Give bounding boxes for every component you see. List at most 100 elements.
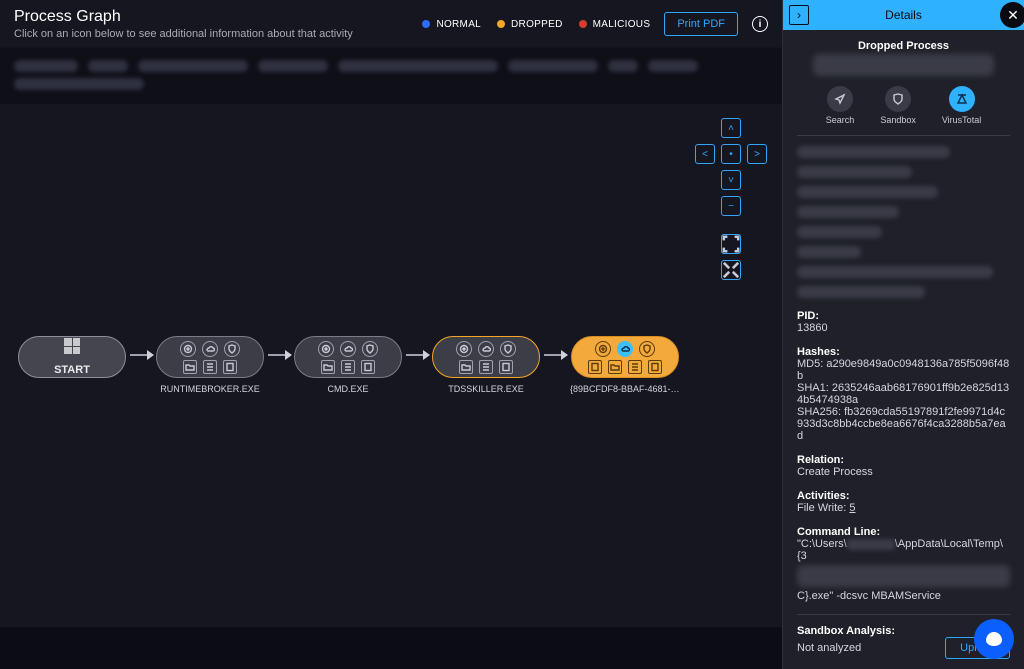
- details-body: Dropped Process Search Sandbox VirusTota…: [783, 30, 1024, 669]
- legend-dropped-label: DROPPED: [511, 19, 563, 30]
- sandbox-action-label: Sandbox: [880, 115, 916, 125]
- node-label: CMD.EXE: [327, 384, 368, 394]
- eye-icon[interactable]: [595, 341, 611, 357]
- details-section-title: Dropped Process: [797, 40, 1010, 52]
- node-label: TDSSKILLER.EXE: [448, 384, 524, 394]
- cmdline-value: "C:\Users\\AppData\Local\Temp\{3 C}.exe"…: [797, 538, 1010, 602]
- sandbox-analysis-value: Not analyzed: [797, 642, 861, 654]
- redacted-process-name: [813, 54, 994, 76]
- process-node-col: CMD.EXE: [294, 336, 402, 394]
- cloud-icon[interactable]: [478, 341, 494, 357]
- activities-text: File Write:: [797, 502, 846, 514]
- list-icon[interactable]: [203, 360, 217, 374]
- process-flow: START: [18, 336, 680, 394]
- shield-icon[interactable]: [362, 341, 378, 357]
- folder-icon[interactable]: [459, 360, 473, 374]
- connector-icon: [268, 354, 290, 356]
- chat-bubble-button[interactable]: [974, 619, 1014, 659]
- eye-icon[interactable]: [180, 341, 196, 357]
- doc-icon[interactable]: [588, 360, 602, 374]
- redacted-fields: [797, 146, 1010, 298]
- process-node-dropped[interactable]: [571, 336, 679, 378]
- cloud-icon[interactable]: [202, 341, 218, 357]
- action-row: Search Sandbox VirusTotal: [797, 86, 1010, 125]
- header-left: Process Graph Click on an icon below to …: [14, 8, 353, 40]
- process-node-tdsskiller[interactable]: [432, 336, 540, 378]
- info-icon[interactable]: i: [752, 16, 768, 32]
- cmdline-label: Command Line:: [797, 526, 1010, 538]
- search-action-button[interactable]: [827, 86, 853, 112]
- page-title: Process Graph: [14, 8, 353, 26]
- main-area: Process Graph Click on an icon below to …: [0, 0, 782, 669]
- graph-canvas[interactable]: ˄ ˂ • ˃ ˅ − START: [0, 104, 782, 669]
- doc2-icon[interactable]: [648, 360, 662, 374]
- connector-icon: [130, 354, 152, 356]
- process-node-col: RUNTIMEBROKER.EXE: [156, 336, 264, 394]
- folder-icon[interactable]: [608, 360, 622, 374]
- legend-malicious-label: MALICIOUS: [593, 19, 651, 30]
- cloud-icon[interactable]: [617, 341, 633, 357]
- legend-dropped: DROPPED: [497, 19, 563, 30]
- start-node[interactable]: START: [18, 336, 126, 378]
- connector-icon: [406, 354, 428, 356]
- virustotal-action-button[interactable]: [949, 86, 975, 112]
- process-node-cmd[interactable]: [294, 336, 402, 378]
- list-icon[interactable]: [479, 360, 493, 374]
- print-pdf-button[interactable]: Print PDF: [664, 12, 738, 36]
- start-label: START: [54, 364, 90, 376]
- process-node-col: {89BCFDF8-BBAF-4681-9E…: [570, 336, 680, 394]
- shield-icon[interactable]: [639, 341, 655, 357]
- sha1-value: SHA1: 2635246aab68176901ff9b2e825d134b54…: [797, 382, 1010, 406]
- doc-icon[interactable]: [499, 360, 513, 374]
- relation-label: Relation:: [797, 454, 1010, 466]
- relation-value: Create Process: [797, 466, 1010, 478]
- connector-icon: [544, 354, 566, 356]
- doc-icon[interactable]: [361, 360, 375, 374]
- shield-icon[interactable]: [224, 341, 240, 357]
- zoom-out-button[interactable]: −: [721, 196, 741, 216]
- folder-icon[interactable]: [321, 360, 335, 374]
- eye-icon[interactable]: [456, 341, 472, 357]
- list-icon[interactable]: [628, 360, 642, 374]
- details-header: › Details ✕: [783, 0, 1024, 30]
- dot-dropped-icon: [497, 20, 505, 28]
- pan-left-button[interactable]: ˂: [695, 144, 715, 164]
- windows-icon: [64, 338, 80, 354]
- hashes-label: Hashes:: [797, 346, 1010, 358]
- fullscreen-button[interactable]: [721, 260, 741, 280]
- pan-right-button[interactable]: ˃: [747, 144, 767, 164]
- pid-label: PID:: [797, 310, 1010, 322]
- file-write-count-link[interactable]: 5: [849, 502, 855, 514]
- sha256-value: SHA256: fb3269cda55197891f2fe9971d4c933d…: [797, 406, 1010, 442]
- header-right: NORMAL DROPPED MALICIOUS Print PDF i: [422, 12, 768, 36]
- pan-down-button[interactable]: ˅: [721, 170, 741, 190]
- doc-icon[interactable]: [223, 360, 237, 374]
- process-node-runtimebroker[interactable]: [156, 336, 264, 378]
- pan-up-button[interactable]: ˄: [721, 118, 741, 138]
- dot-normal-icon: [422, 20, 430, 28]
- node-label: RUNTIMEBROKER.EXE: [160, 384, 260, 394]
- pid-value: 13860: [797, 322, 1010, 334]
- legend: NORMAL DROPPED MALICIOUS: [422, 19, 650, 30]
- list-icon[interactable]: [341, 360, 355, 374]
- search-action-label: Search: [826, 115, 855, 125]
- eye-icon[interactable]: [318, 341, 334, 357]
- details-title: Details: [885, 8, 922, 22]
- folder-icon[interactable]: [183, 360, 197, 374]
- details-panel: › Details ✕ Dropped Process Search Sandb…: [782, 0, 1024, 669]
- process-node-col: TDSSKILLER.EXE: [432, 336, 540, 394]
- sandbox-action-button[interactable]: [885, 86, 911, 112]
- cloud-icon[interactable]: [340, 341, 356, 357]
- legend-malicious: MALICIOUS: [579, 19, 651, 30]
- fit-button[interactable]: [721, 234, 741, 254]
- page-subtitle: Click on an icon below to see additional…: [14, 28, 353, 40]
- recenter-button[interactable]: •: [721, 144, 741, 164]
- collapse-icon[interactable]: ›: [789, 5, 809, 25]
- dot-malicious-icon: [579, 20, 587, 28]
- shield-icon[interactable]: [500, 341, 516, 357]
- legend-normal: NORMAL: [422, 19, 481, 30]
- bottom-bar: [0, 627, 782, 669]
- start-node-col: START: [18, 336, 126, 394]
- node-label: {89BCFDF8-BBAF-4681-9E…: [570, 384, 680, 394]
- close-icon[interactable]: ✕: [1000, 2, 1024, 28]
